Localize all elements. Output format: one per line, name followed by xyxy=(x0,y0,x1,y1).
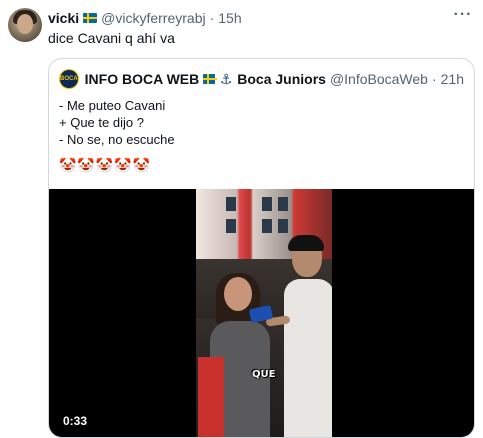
video-caption: QUE xyxy=(252,369,276,380)
building-window xyxy=(226,197,236,211)
tweet-text: dice Cavani q ahí va xyxy=(48,30,175,46)
video-woman xyxy=(198,273,270,437)
handle[interactable]: @vickyferreyrabj xyxy=(101,10,205,26)
video-man xyxy=(284,235,332,437)
woman-head xyxy=(224,277,252,311)
quoted-tweet-header: BOCA INFO BOCA WEB ⚓ Boca Juniors @InfoB… xyxy=(59,69,464,89)
avatar-face xyxy=(17,14,33,34)
sweden-flag-icon xyxy=(203,74,218,84)
clown-emojis: 🤡🤡🤡🤡🤡 xyxy=(59,157,152,173)
display-name[interactable]: vicki xyxy=(48,10,79,26)
red-object xyxy=(198,357,224,437)
quoted-line: - Me puteo Cavani xyxy=(59,98,166,113)
quoted-handle[interactable]: @InfoBocaWeb xyxy=(330,71,428,87)
video-thumbnail[interactable]: QUE xyxy=(196,189,332,437)
building-window xyxy=(278,219,288,233)
quoted-timestamp[interactable]: 21h xyxy=(441,71,464,87)
quoted-display-name[interactable]: INFO BOCA WEB xyxy=(85,71,200,87)
sweden-flag-icon xyxy=(83,13,98,23)
quoted-line: - No se, no escuche xyxy=(59,132,175,147)
quoted-avatar[interactable]: BOCA xyxy=(59,69,79,89)
building-window xyxy=(226,219,236,233)
anchor-icon: ⚓ xyxy=(219,70,233,87)
quoted-tweet[interactable]: BOCA INFO BOCA WEB ⚓ Boca Juniors @InfoB… xyxy=(48,58,475,438)
building-window xyxy=(262,197,272,211)
tweet[interactable]: vicki @vickyferreyrabj · 15h ··· dice Ca… xyxy=(0,0,483,438)
man-cap xyxy=(288,235,324,251)
avatar[interactable] xyxy=(8,8,42,42)
building-window xyxy=(278,197,288,211)
quoted-display-name-2: Boca Juniors xyxy=(237,71,326,87)
more-horizontal-icon[interactable]: ··· xyxy=(451,6,475,24)
quoted-line: + Que te dijo ? xyxy=(59,115,144,130)
video-player[interactable]: QUE 0:33 xyxy=(49,189,474,437)
building-window xyxy=(262,219,272,233)
timestamp[interactable]: 15h xyxy=(218,10,241,26)
separator: · xyxy=(209,10,215,26)
tweet-header: vicki @vickyferreyrabj · 15h xyxy=(48,10,443,26)
separator: · xyxy=(431,71,437,87)
man-body xyxy=(284,279,332,437)
quoted-tweet-text: - Me puteo Cavani + Que te dijo ? - No s… xyxy=(59,97,175,148)
